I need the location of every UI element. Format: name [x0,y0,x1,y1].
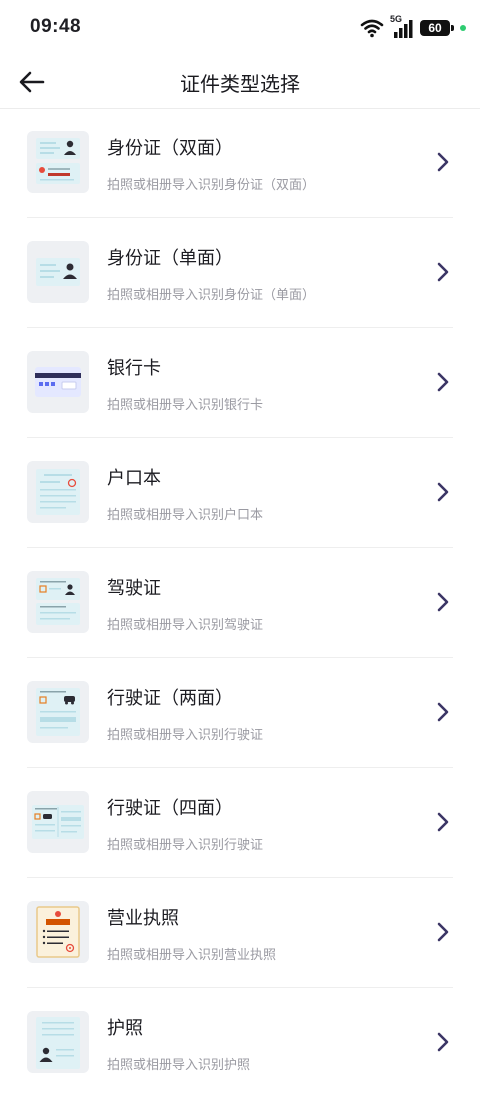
status-bar: 09:48 5G 60 [0,0,480,56]
battery-icon: 60 [420,20,454,36]
item-title: 驾驶证 [107,578,161,599]
item-subtitle: 拍照或相册导入识别驾驶证 [107,618,264,633]
item-title: 身份证（单面） [107,248,233,269]
status-icons: 5G 60 [360,14,466,39]
bank-card-icon [27,351,89,413]
vehicle-license-two-icon [27,681,89,743]
chevron-right-icon [437,922,449,942]
vehicle-license-four-icon [27,791,89,853]
item-title: 营业执照 [107,908,179,929]
passport-icon [27,1011,89,1073]
household-register-icon [27,461,89,523]
status-dot [460,25,466,31]
chevron-right-icon [437,1032,449,1052]
id-card-single-icon [27,241,89,303]
document-type-list: 身份证（双面） 拍照或相册导入识别身份证（双面） 身份证（单面） 拍照或相册导入… [0,108,480,1097]
list-item[interactable]: 驾驶证 拍照或相册导入识别驾驶证 [27,548,453,658]
page-title: 证件类型选择 [180,72,300,96]
list-item[interactable]: 身份证（单面） 拍照或相册导入识别身份证（单面） [27,218,453,328]
business-license-icon [27,901,89,963]
list-item[interactable]: 行驶证（四面） 拍照或相册导入识别行驶证 [27,768,453,878]
chevron-right-icon [437,702,449,722]
item-title: 银行卡 [107,358,161,379]
item-subtitle: 拍照或相册导入识别营业执照 [107,948,277,963]
wifi-icon [360,19,384,38]
item-title: 护照 [107,1018,143,1039]
item-subtitle: 拍照或相册导入识别护照 [107,1058,251,1073]
chevron-right-icon [437,152,449,172]
item-subtitle: 拍照或相册导入识别户口本 [107,508,264,523]
cellular-signal-icon: 5G [390,14,414,38]
item-subtitle: 拍照或相册导入识别行驶证 [107,728,264,743]
id-card-double-icon [27,131,89,193]
item-title: 户口本 [107,468,161,489]
chevron-right-icon [437,482,449,502]
item-title: 行驶证（四面） [107,798,233,819]
status-time: 09:48 [30,16,82,37]
list-item[interactable]: 户口本 拍照或相册导入识别户口本 [27,438,453,548]
list-item[interactable]: 行驶证（两面） 拍照或相册导入识别行驶证 [27,658,453,768]
chevron-right-icon [437,262,449,282]
item-title: 身份证（双面） [107,138,233,159]
list-item[interactable]: 银行卡 拍照或相册导入识别银行卡 [27,328,453,438]
chevron-right-icon [437,592,449,612]
driver-license-icon [27,571,89,633]
list-item[interactable]: 护照 拍照或相册导入识别护照 [27,988,453,1097]
item-title: 行驶证（两面） [107,688,233,709]
item-subtitle: 拍照或相册导入识别行驶证 [107,838,264,853]
item-subtitle: 拍照或相册导入识别身份证（单面） [107,288,316,303]
item-subtitle: 拍照或相册导入识别身份证（双面） [107,178,316,193]
list-item[interactable]: 营业执照 拍照或相册导入识别营业执照 [27,878,453,988]
item-subtitle: 拍照或相册导入识别银行卡 [107,398,264,413]
chevron-right-icon [437,812,449,832]
chevron-right-icon [437,372,449,392]
app-header: 证件类型选择 [0,56,480,109]
list-item[interactable]: 身份证（双面） 拍照或相册导入识别身份证（双面） [27,108,453,218]
